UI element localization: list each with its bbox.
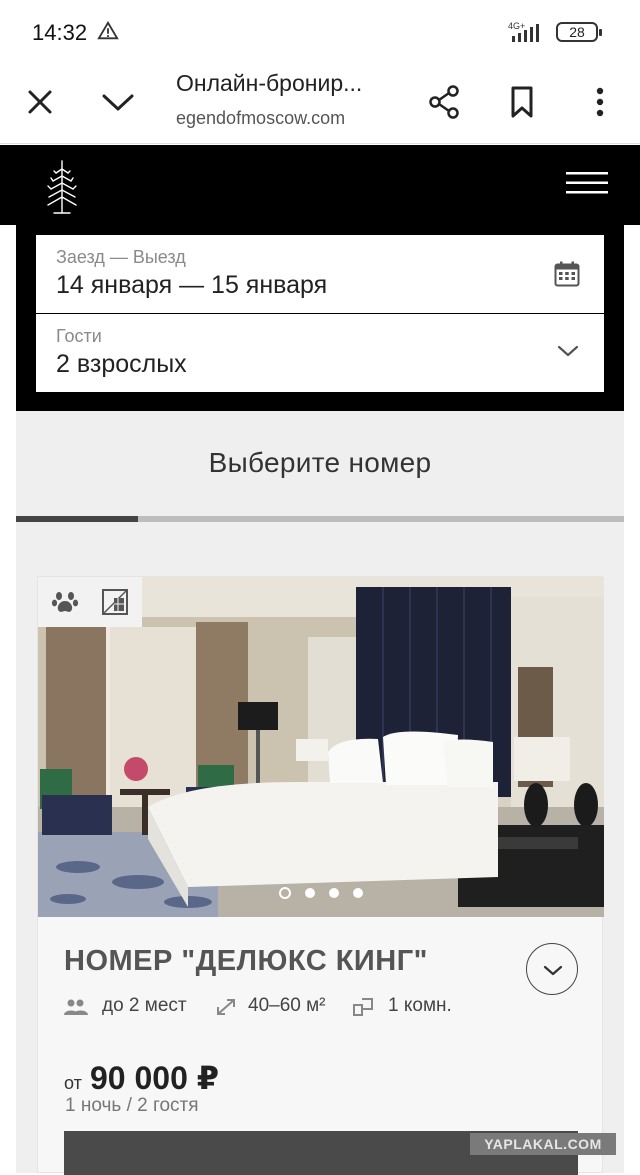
guests-field[interactable]: Гости 2 взрослых — [36, 314, 604, 392]
dates-label: Заезд — Выезд — [56, 247, 186, 267]
close-icon[interactable] — [20, 82, 60, 122]
booking-panel: Заезд — Выезд 14 января — 15 января Гост… — [16, 225, 624, 411]
chevron-down-icon[interactable] — [556, 342, 580, 360]
hamburger-menu-icon[interactable] — [566, 170, 608, 196]
warning-icon — [97, 20, 119, 40]
carousel-dot[interactable] — [279, 887, 291, 899]
browser-toolbar: Онлайн-бронир... egendofmoscow.com — [0, 64, 640, 144]
network-label: 4G+ — [508, 21, 525, 31]
area-text: 40–60 м² — [248, 995, 326, 1016]
bookmark-icon[interactable] — [502, 82, 542, 122]
page-title[interactable]: Онлайн-бронир... — [176, 70, 362, 97]
guests-label: Гости — [56, 326, 102, 346]
paw-pet-friendly-icon — [51, 592, 79, 612]
price-prefix: от — [64, 1073, 82, 1093]
rooms-text: 1 комн. — [388, 995, 452, 1016]
guests-value: 2 взрослых — [56, 350, 187, 378]
dates-field[interactable]: Заезд — Выезд 14 января — 15 января — [36, 235, 604, 313]
select-room-section: Выберите номер — [16, 411, 624, 517]
area-icon — [217, 999, 235, 1015]
expand-room-button[interactable] — [526, 943, 578, 995]
guests-icon — [64, 999, 88, 1015]
chevron-down-icon — [543, 965, 563, 976]
more-options-icon[interactable] — [580, 82, 620, 122]
section-title: Выберите номер — [208, 447, 432, 478]
chevron-down-icon[interactable] — [98, 82, 138, 122]
site-header — [0, 145, 640, 225]
rooms-icon — [353, 998, 373, 1016]
room-price: 90 000 ₽ — [90, 1060, 220, 1096]
carousel-dot[interactable] — [353, 888, 363, 898]
room-photo-image — [38, 577, 604, 917]
room-name[interactable]: НОМЕР "ДЕЛЮКС КИНГ" — [64, 945, 428, 978]
page-url[interactable]: egendofmoscow.com — [176, 108, 345, 129]
status-bar: 14:32 4G+ 28 — [0, 0, 640, 64]
carousel-dot[interactable] — [329, 888, 339, 898]
room-card[interactable]: НОМЕР "ДЕЛЮКС КИНГ" до 2 мест 40–60 м² 1… — [37, 576, 604, 1175]
signal-icon: 4G+ — [508, 21, 539, 42]
battery-indicator: 28 — [556, 22, 602, 42]
watermark: YAPLAKAL.COM — [470, 1133, 616, 1155]
calendar-icon[interactable] — [554, 261, 580, 287]
room-view-icon — [102, 589, 128, 615]
room-photo[interactable] — [38, 577, 604, 917]
share-icon[interactable] — [424, 82, 464, 122]
price-note: 1 ночь / 2 гостя — [65, 1095, 199, 1116]
photo-carousel-dots — [38, 885, 604, 903]
dates-value: 14 января — 15 января — [56, 271, 328, 299]
room-feature-badges — [38, 577, 142, 627]
tree-logo-icon[interactable] — [42, 157, 82, 215]
status-time: 14:32 — [32, 20, 88, 45]
capacity-text: до 2 мест — [102, 995, 187, 1016]
carousel-dot[interactable] — [305, 888, 315, 898]
